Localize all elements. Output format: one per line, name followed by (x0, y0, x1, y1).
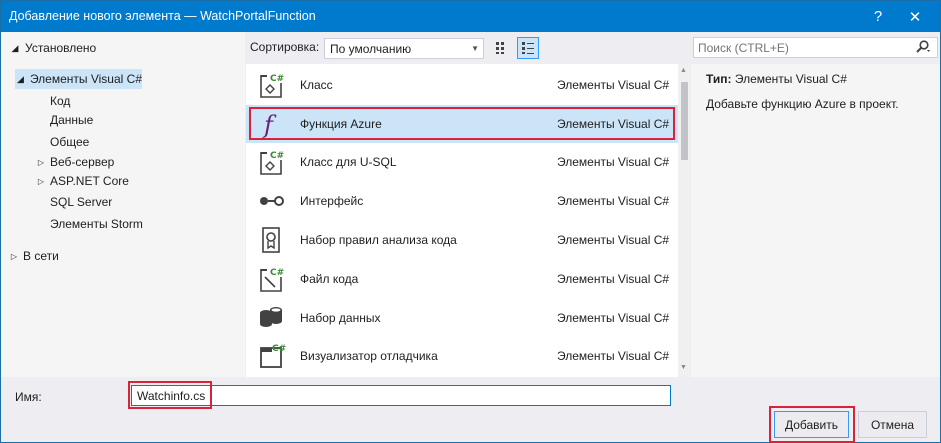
tree-node-label: ASP.NET Core (50, 174, 129, 188)
list-item-debugger-visualizer[interactable]: C# Визуализатор отладчика Элементы Visua… (246, 337, 678, 375)
cancel-button[interactable]: Отмена (858, 411, 927, 438)
sort-label: Сортировка: (250, 40, 320, 54)
list-item-interface[interactable]: Интерфейс Элементы Visual C# (246, 182, 678, 220)
scroll-down-icon[interactable]: ▼ (680, 364, 687, 371)
tree-node-label: Общее (50, 135, 90, 149)
tree-node-web-server[interactable]: ▷ Веб-сервер (35, 152, 114, 172)
tree-node-data[interactable]: Данные (50, 110, 93, 130)
tree-node-aspnet-core[interactable]: ▷ ASP.NET Core (35, 171, 129, 191)
name-input[interactable] (132, 386, 670, 405)
tree-node-label: Элементы Visual C# (29, 72, 142, 86)
grid-view-icon (496, 42, 504, 54)
item-category: Элементы Visual C# (557, 233, 670, 247)
tree-node-visual-csharp-items[interactable]: ◢ Элементы Visual C# (15, 69, 142, 89)
tree-node-online[interactable]: ▷ В сети (8, 246, 59, 266)
tree-node-label: Веб-сервер (50, 155, 115, 169)
help-icon: ? (873, 8, 883, 25)
tree-node-sql-server[interactable]: SQL Server (50, 192, 112, 212)
list-view-icon (522, 42, 534, 54)
small-icons-view-button[interactable] (491, 37, 513, 59)
list-item-class[interactable]: C# Класс Элементы Visual C# (246, 66, 678, 104)
list-item-azure-function[interactable]: f Функция Azure Элементы Visual C# (246, 105, 678, 143)
item-category: Элементы Visual C# (557, 117, 670, 131)
list-scrollbar[interactable]: ▲ ▼ (678, 64, 690, 377)
item-name: Интерфейс (300, 194, 364, 208)
name-field (131, 385, 671, 406)
add-button[interactable]: Добавить (774, 411, 849, 438)
item-category: Элементы Visual C# (557, 78, 670, 92)
sort-value: По умолчанию (330, 41, 412, 56)
item-name: Класс (300, 78, 333, 92)
item-category: Элементы Visual C# (557, 349, 670, 363)
tree-node-storm-items[interactable]: Элементы Storm (50, 214, 143, 234)
list-item-code-file[interactable]: C# Файл кода Элементы Visual C# (246, 260, 678, 298)
class-icon: C# (256, 69, 286, 101)
search-icon[interactable] (915, 40, 931, 57)
list-item-code-analysis-ruleset[interactable]: Набор правил анализа кода Элементы Visua… (246, 221, 678, 259)
name-label: Имя: (15, 390, 42, 404)
item-name: Файл кода (300, 272, 359, 286)
item-name: Функция Azure (300, 117, 382, 131)
tree-node-installed[interactable]: ◢ Установлено (9, 38, 97, 58)
tree-node-label: Код (50, 94, 71, 108)
list-item-dataset[interactable]: Набор данных Элементы Visual C# (246, 299, 678, 337)
svg-text:C#: C# (270, 74, 284, 84)
ruleset-icon (256, 224, 286, 256)
chevron-down-icon: ▼ (471, 44, 479, 53)
item-name: Визуализатор отладчика (300, 349, 438, 363)
details-pane: Тип: Элементы Visual C# Добавьте функцию… (691, 64, 940, 377)
scroll-thumb[interactable] (681, 82, 688, 160)
medium-icons-view-button[interactable] (517, 37, 539, 59)
dataset-icon (256, 302, 286, 334)
close-button[interactable]: ✕ (898, 1, 932, 32)
svg-text:C#: C# (270, 268, 284, 278)
close-icon: ✕ (908, 8, 922, 26)
svg-text:C#: C# (272, 344, 286, 354)
item-category: Элементы Visual C# (557, 311, 670, 325)
search-input[interactable] (694, 38, 904, 57)
type-line: Тип: Элементы Visual C# (706, 72, 847, 86)
tree-node-general[interactable]: Общее (50, 132, 89, 152)
item-category: Элементы Visual C# (557, 272, 670, 286)
debugger-visualizer-icon: C# (256, 340, 286, 372)
tree-node-label: Элементы Storm (50, 217, 143, 231)
tree-node-label: SQL Server (50, 195, 113, 209)
tree-node-label: Данные (50, 113, 94, 127)
scroll-up-icon[interactable]: ▲ (680, 67, 687, 74)
tree-node-label: В сети (23, 249, 59, 263)
window-title: Добавление нового элемента — WatchPortal… (9, 9, 316, 23)
collapsed-arrow-icon[interactable]: ▷ (35, 177, 47, 186)
interface-icon (256, 185, 286, 217)
tree-node-label: Установлено (25, 41, 97, 55)
collapsed-arrow-icon[interactable]: ▷ (35, 158, 47, 167)
help-button[interactable]: ? (861, 1, 895, 32)
tree-node-code[interactable]: Код (50, 91, 70, 111)
bottom-bar: Имя: Добавить Отмена (1, 378, 940, 443)
sort-dropdown[interactable]: По умолчанию ▼ (324, 38, 484, 59)
svg-text:f: f (262, 111, 277, 139)
item-name: Набор правил анализа кода (300, 233, 457, 247)
list-item-usql-class[interactable]: C# Класс для U-SQL Элементы Visual C# (246, 143, 678, 181)
azure-function-icon: f (256, 108, 286, 140)
type-label: Тип: (706, 72, 732, 86)
code-file-icon: C# (256, 263, 286, 295)
item-name: Класс для U-SQL (300, 155, 397, 169)
item-category: Элементы Visual C# (557, 194, 670, 208)
expanded-arrow-icon[interactable]: ◢ (15, 74, 26, 85)
collapsed-arrow-icon[interactable]: ▷ (8, 252, 20, 261)
search-box (693, 37, 938, 58)
svg-text:C#: C# (270, 151, 284, 161)
item-description: Добавьте функцию Azure в проект. (706, 97, 899, 111)
type-value: Элементы Visual C# (734, 72, 847, 86)
title-bar: Добавление нового элемента — WatchPortal… (1, 1, 940, 32)
usql-class-icon: C# (256, 146, 286, 178)
item-name: Набор данных (300, 311, 381, 325)
expanded-arrow-icon[interactable]: ◢ (9, 43, 21, 54)
item-category: Элементы Visual C# (557, 155, 670, 169)
category-tree: ◢ Установлено ◢ Элементы Visual C# Код Д… (1, 32, 245, 377)
add-new-item-dialog: Добавление нового элемента — WatchPortal… (0, 0, 941, 443)
template-list: C# Класс Элементы Visual C# f Функция Az… (246, 64, 678, 377)
